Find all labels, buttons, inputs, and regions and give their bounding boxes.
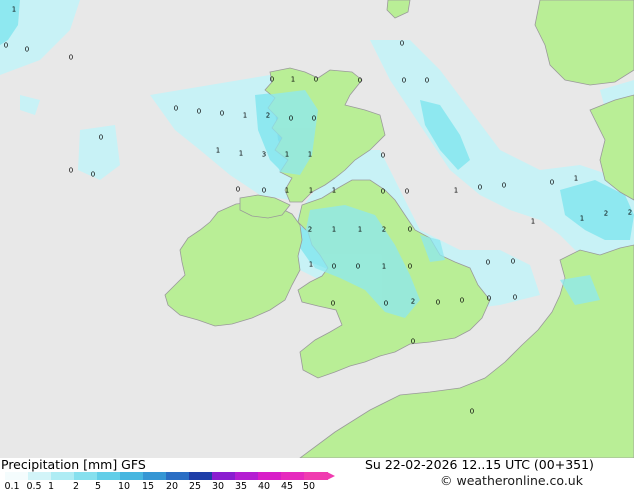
precip-value: 1 <box>454 187 458 195</box>
legend-tick-label: 0.5 <box>26 481 42 492</box>
legend-tick-label: 20 <box>165 481 179 492</box>
legend-swatch <box>235 472 259 480</box>
precip-value: 0 <box>408 226 412 234</box>
precip-value: 0 <box>513 294 517 302</box>
precip-value: 1 <box>580 215 584 223</box>
precip-value: 0 <box>511 258 515 266</box>
legend-swatch <box>258 472 282 480</box>
precip-value: 1 <box>308 151 312 159</box>
precip-value: 0 <box>405 188 409 196</box>
precip-value: 0 <box>408 263 412 271</box>
precip-value: 0 <box>411 338 415 346</box>
map-footer: Precipitation [mm] GFS Su 22-02-2026 12.… <box>0 457 634 492</box>
precip-value: 0 <box>220 110 224 118</box>
precipitation-map: 1 0 0 0 0 1 0 0 0 0 0 0 0 0 1 2 0 0 0 1 1 3 1 1 0 0 0 0 0 1 1 1 0 0 1 0 0 0 1 2… <box>0 0 634 458</box>
precip-value: 1 <box>291 76 295 84</box>
precip-value: 0 <box>487 295 491 303</box>
precip-value: 0 <box>262 187 266 195</box>
precip-value: 0 <box>425 77 429 85</box>
precip-value: 2 <box>411 298 415 306</box>
precip-value: 1 <box>285 151 289 159</box>
precip-value: 1 <box>309 261 313 269</box>
precip-value: 2 <box>628 209 632 217</box>
precip-value: 1 <box>574 175 578 183</box>
legend-tick-label: 1 <box>47 481 55 492</box>
legend-swatch <box>212 472 236 480</box>
precip-value: 1 <box>309 187 313 195</box>
legend-tick-label: 5 <box>94 481 102 492</box>
legend-swatch <box>51 472 75 480</box>
precip-value: 0 <box>289 115 293 123</box>
legend-tick-label: 40 <box>257 481 271 492</box>
legend-swatch <box>143 472 167 480</box>
precip-value: 0 <box>91 171 95 179</box>
legend-swatch <box>97 472 121 480</box>
precip-value: 1 <box>285 187 289 195</box>
forecast-datetime: Su 22-02-2026 12..15 UTC (00+351) <box>365 457 594 472</box>
legend-swatch <box>28 472 52 480</box>
legend-swatch <box>189 472 213 480</box>
precip-value: 0 <box>69 167 73 175</box>
precip-value: 0 <box>502 182 506 190</box>
precip-value: 0 <box>358 77 362 85</box>
map-title: Precipitation [mm] GFS <box>1 457 146 472</box>
precip-value: 1 <box>216 147 220 155</box>
legend-tick-label: 45 <box>280 481 294 492</box>
legend-tick-label: 0.1 <box>4 481 20 492</box>
legend-tick-label: 50 <box>302 481 316 492</box>
precip-value: 1 <box>239 150 243 158</box>
legend-swatch <box>166 472 190 480</box>
legend-swatch <box>304 472 328 480</box>
legend-swatch <box>120 472 144 480</box>
precip-value: 1 <box>332 187 336 195</box>
precip-value: 2 <box>382 226 386 234</box>
precip-value: 0 <box>460 297 464 305</box>
precip-value: 0 <box>314 76 318 84</box>
legend-swatch <box>74 472 98 480</box>
legend-swatch <box>281 472 305 480</box>
precip-value: 1 <box>531 218 535 226</box>
legend-arrow <box>327 472 335 480</box>
precip-value: 0 <box>197 108 201 116</box>
precip-value: 0 <box>236 186 240 194</box>
precip-value: 0 <box>381 152 385 160</box>
precip-value: 1 <box>332 226 336 234</box>
precip-value: 1 <box>243 112 247 120</box>
precip-value: 0 <box>4 42 8 50</box>
precip-value: 0 <box>436 299 440 307</box>
precip-value: 1 <box>12 6 16 14</box>
precip-value: 2 <box>266 112 270 120</box>
precip-value: 0 <box>270 76 274 84</box>
legend-tick-label: 30 <box>211 481 225 492</box>
precip-value: 0 <box>331 300 335 308</box>
precip-value: 0 <box>25 46 29 54</box>
precip-value: 0 <box>486 259 490 267</box>
precip-value: 0 <box>312 115 316 123</box>
precip-value: 0 <box>69 54 73 62</box>
precip-value: 0 <box>470 408 474 416</box>
precip-value: 0 <box>174 105 178 113</box>
precip-value: 0 <box>400 40 404 48</box>
precip-value: 0 <box>478 184 482 192</box>
precip-value: 2 <box>604 210 608 218</box>
precip-color-legend <box>5 472 335 480</box>
legend-swatch <box>5 472 29 480</box>
precip-value: 0 <box>384 300 388 308</box>
precip-value: 0 <box>550 179 554 187</box>
legend-tick-label: 35 <box>234 481 248 492</box>
precip-value: 3 <box>262 151 266 159</box>
legend-tick-label: 2 <box>72 481 80 492</box>
legend-tick-label: 25 <box>188 481 202 492</box>
precip-value: 0 <box>381 188 385 196</box>
legend-tick-label: 15 <box>141 481 155 492</box>
precip-value: 1 <box>382 263 386 271</box>
copyright-link[interactable]: © weatheronline.co.uk <box>440 474 583 488</box>
precip-value: 0 <box>356 263 360 271</box>
precip-value: 1 <box>358 226 362 234</box>
precip-value: 0 <box>332 263 336 271</box>
legend-tick-label: 10 <box>117 481 131 492</box>
precip-value: 2 <box>308 226 312 234</box>
precip-value: 0 <box>99 134 103 142</box>
precip-value: 0 <box>402 77 406 85</box>
